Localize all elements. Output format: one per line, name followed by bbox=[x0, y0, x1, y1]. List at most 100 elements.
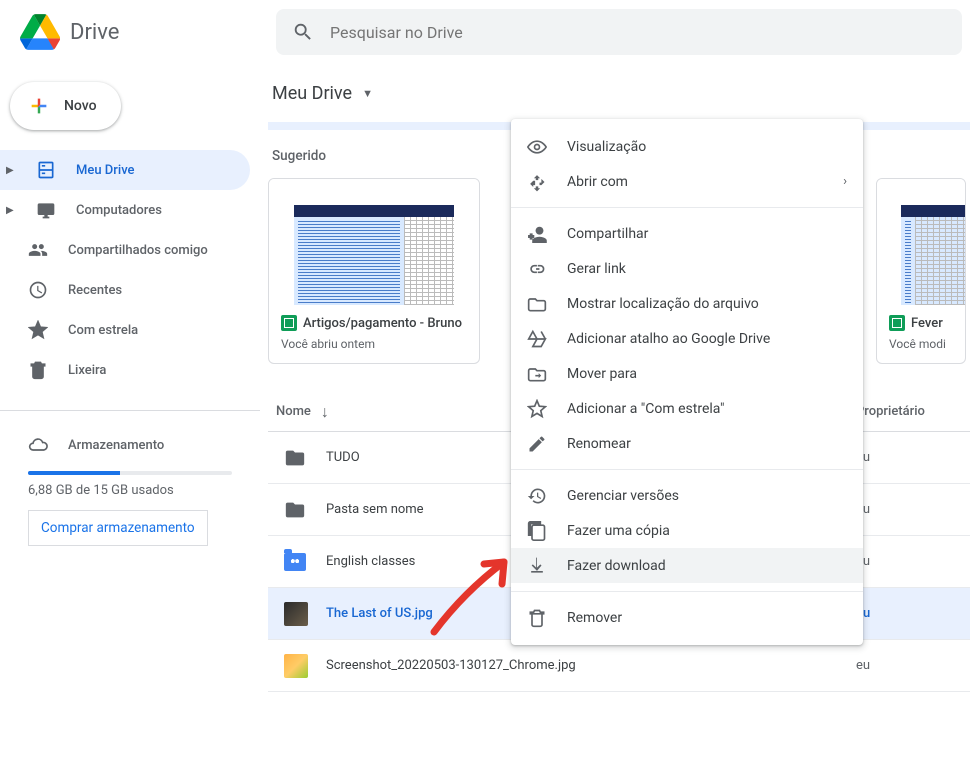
card-thumbnail bbox=[877, 179, 965, 305]
sidebar-item-label: Armazenamento bbox=[68, 438, 164, 453]
image-thumb-icon bbox=[284, 602, 308, 626]
menu-item-label: Gerar link bbox=[567, 261, 626, 277]
sidebar-item-label: Lixeira bbox=[68, 363, 106, 378]
clock-icon bbox=[28, 280, 50, 300]
menu-item-move-to[interactable]: Mover para bbox=[511, 356, 863, 391]
search-icon bbox=[292, 21, 314, 43]
context-menu: Visualização Abrir com › Compartilhar Ge… bbox=[511, 119, 863, 645]
menu-item-label: Fazer download bbox=[567, 558, 666, 574]
trash-icon bbox=[28, 360, 50, 380]
sidebar-item-label: Com estrela bbox=[68, 323, 138, 338]
computers-icon bbox=[36, 200, 58, 220]
folder-title-label: Meu Drive bbox=[272, 83, 352, 104]
trash-icon bbox=[527, 608, 547, 628]
menu-item-share[interactable]: Compartilhar bbox=[511, 216, 863, 251]
shared-icon bbox=[28, 240, 50, 260]
sidebar-item-label: Meu Drive bbox=[76, 163, 135, 178]
download-icon bbox=[527, 556, 547, 576]
search-bar[interactable] bbox=[276, 9, 962, 55]
shared-folder-icon bbox=[284, 553, 308, 571]
menu-item-label: Compartilhar bbox=[567, 226, 648, 242]
suggested-card[interactable]: Artigos/pagamento - Bruno Você abriu ont… bbox=[268, 178, 480, 364]
menu-item-make-copy[interactable]: Fazer uma cópia bbox=[511, 513, 863, 548]
cloud-icon bbox=[28, 435, 50, 455]
menu-item-label: Adicionar a "Com estrela" bbox=[567, 401, 724, 417]
star-icon bbox=[527, 399, 547, 419]
sidebar-item-starred[interactable]: Com estrela bbox=[0, 310, 250, 350]
drive-icon bbox=[36, 160, 58, 180]
sidebar-item-label: Computadores bbox=[76, 203, 162, 218]
sidebar-item-recent[interactable]: Recentes bbox=[0, 270, 250, 310]
new-button[interactable]: Novo bbox=[10, 82, 121, 130]
chevron-down-icon: ▼ bbox=[362, 87, 373, 100]
buy-storage-button[interactable]: Comprar armazenamento bbox=[28, 510, 208, 546]
column-owner[interactable]: Proprietário bbox=[856, 404, 966, 419]
expand-icon: ▶ bbox=[6, 165, 18, 176]
expand-icon: ▶ bbox=[6, 205, 18, 216]
menu-item-get-link[interactable]: Gerar link bbox=[511, 251, 863, 286]
search-input[interactable] bbox=[330, 23, 946, 42]
menu-item-add-star[interactable]: Adicionar a "Com estrela" bbox=[511, 391, 863, 426]
menu-item-label: Adicionar atalho ao Google Drive bbox=[567, 331, 770, 347]
menu-item-label: Remover bbox=[567, 610, 622, 626]
menu-item-manage-versions[interactable]: Gerenciar versões bbox=[511, 478, 863, 513]
menu-item-show-location[interactable]: Mostrar localização do arquivo bbox=[511, 286, 863, 321]
menu-item-label: Abrir com bbox=[567, 174, 628, 190]
menu-item-remove[interactable]: Remover bbox=[511, 600, 863, 635]
new-button-label: Novo bbox=[64, 98, 97, 114]
header: Drive bbox=[0, 0, 970, 64]
drive-logo-icon bbox=[20, 12, 60, 52]
item-owner: eu bbox=[856, 450, 966, 465]
sidebar-item-label: Compartilhados comigo bbox=[68, 243, 208, 258]
open-with-icon bbox=[527, 172, 547, 192]
history-icon bbox=[527, 486, 547, 506]
menu-item-add-shortcut[interactable]: Adicionar atalho ao Google Drive bbox=[511, 321, 863, 356]
sidebar-item-trash[interactable]: Lixeira bbox=[0, 350, 250, 390]
menu-item-label: Gerenciar versões bbox=[567, 488, 679, 504]
sort-arrow-down-icon: ↓ bbox=[321, 402, 329, 422]
sidebar-item-my-drive[interactable]: ▶ Meu Drive bbox=[0, 150, 250, 190]
menu-item-label: Renomear bbox=[567, 436, 631, 452]
item-owner: eu bbox=[856, 502, 966, 517]
menu-item-label: Mover para bbox=[567, 366, 637, 382]
folder-title[interactable]: Meu Drive ▼ bbox=[268, 64, 970, 122]
suggested-card[interactable]: Fever Você modi bbox=[876, 178, 966, 364]
card-thumbnail bbox=[269, 179, 479, 305]
product-name: Drive bbox=[70, 20, 119, 45]
menu-item-label: Mostrar localização do arquivo bbox=[567, 296, 759, 312]
item-owner: eu bbox=[856, 606, 966, 621]
item-owner: eu bbox=[856, 658, 966, 673]
menu-item-rename[interactable]: Renomear bbox=[511, 426, 863, 461]
folder-move-icon bbox=[527, 364, 547, 384]
sidebar: Novo ▶ Meu Drive ▶ Computadores Comparti… bbox=[0, 64, 260, 757]
plus-icon bbox=[28, 95, 50, 117]
star-icon bbox=[28, 320, 50, 340]
card-subtitle: Você modi bbox=[889, 337, 953, 351]
sidebar-item-shared[interactable]: Compartilhados comigo bbox=[0, 230, 250, 270]
menu-item-preview[interactable]: Visualização bbox=[511, 129, 863, 164]
folder-open-icon bbox=[527, 294, 547, 314]
menu-item-open-with[interactable]: Abrir com › bbox=[511, 164, 863, 199]
sidebar-item-computers[interactable]: ▶ Computadores bbox=[0, 190, 250, 230]
item-name: Screenshot_20220503-130127_Chrome.jpg bbox=[326, 658, 856, 673]
image-thumb-icon bbox=[284, 654, 308, 678]
link-icon bbox=[527, 259, 547, 279]
person-add-icon bbox=[527, 224, 547, 244]
logo-area[interactable]: Drive bbox=[8, 12, 276, 52]
storage-meter bbox=[28, 471, 232, 475]
chevron-right-icon: › bbox=[843, 174, 847, 189]
card-title: Fever bbox=[911, 316, 943, 331]
table-row[interactable]: Screenshot_20220503-130127_Chrome.jpg eu bbox=[268, 640, 970, 692]
folder-icon bbox=[284, 447, 308, 469]
eye-icon bbox=[527, 137, 547, 157]
menu-item-download[interactable]: Fazer download bbox=[511, 548, 863, 583]
storage-text: 6,88 GB de 15 GB usados bbox=[28, 483, 260, 498]
item-owner: eu bbox=[856, 554, 966, 569]
sheets-icon bbox=[281, 315, 297, 331]
sheets-icon bbox=[889, 315, 905, 331]
card-subtitle: Você abriu ontem bbox=[281, 337, 467, 351]
pencil-icon bbox=[527, 434, 547, 454]
sidebar-item-storage[interactable]: Armazenamento bbox=[0, 425, 260, 465]
menu-item-label: Visualização bbox=[567, 139, 646, 155]
folder-icon bbox=[284, 499, 308, 521]
